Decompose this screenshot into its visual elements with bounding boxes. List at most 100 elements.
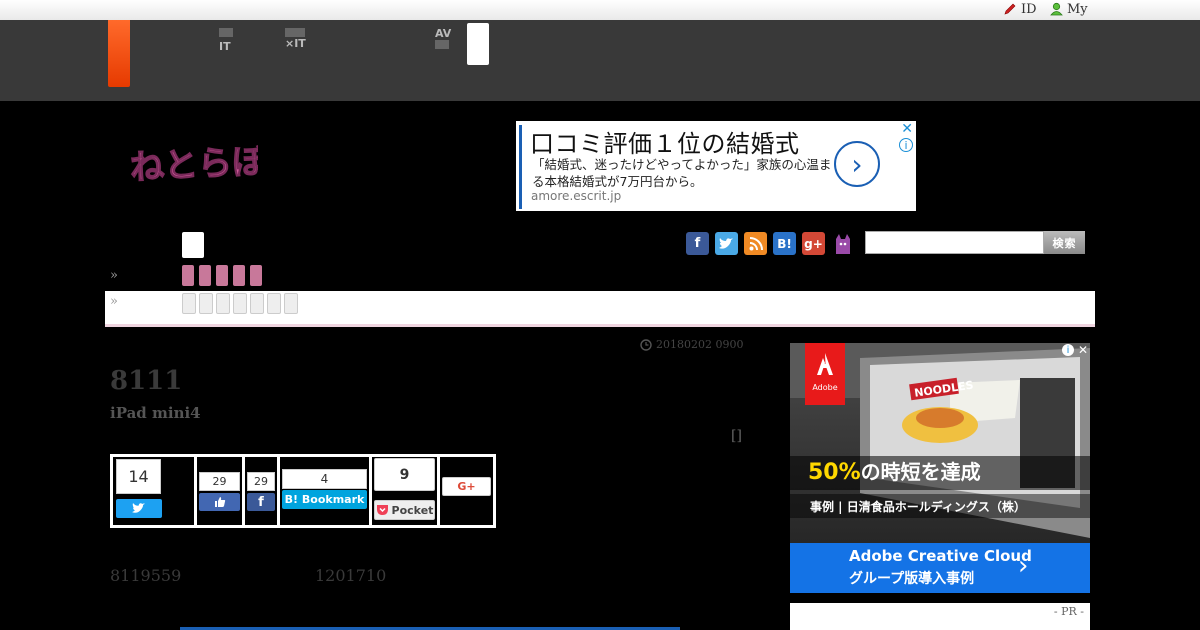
pink-tag[interactable] xyxy=(233,265,245,286)
ad-info-icon[interactable]: i xyxy=(899,138,913,152)
cat-symbol-icon xyxy=(835,233,850,254)
side-ad-cta-subtitle[interactable]: グループ版導入事例 xyxy=(849,568,974,588)
article-bracket: [] xyxy=(731,428,742,444)
like-share-cell: 29 xyxy=(197,457,242,525)
pink-tag[interactable] xyxy=(216,265,228,286)
ad-info-icon[interactable]: i xyxy=(1062,344,1074,356)
pocket-share-button[interactable]: Pocket xyxy=(374,500,435,520)
site-tab[interactable] xyxy=(108,20,130,87)
hatena-share-cell: 4 B! Bookmark xyxy=(280,457,369,525)
site-logo[interactable]: ねとらぼ xyxy=(128,138,268,194)
twitter-bird-icon xyxy=(719,237,733,249)
cat-icon[interactable] xyxy=(831,232,854,255)
article-date: 20180202 0900 xyxy=(640,338,743,351)
my-link[interactable]: My xyxy=(1050,1,1088,17)
twitter-share-button[interactable] xyxy=(116,499,162,518)
nav-item-av-bottom xyxy=(435,40,449,49)
pr-box: - PR - xyxy=(790,603,1090,630)
top-ad-url[interactable]: amore.escrit.jp xyxy=(531,189,621,203)
side-ad-headline: 50%の時短を達成 xyxy=(808,456,981,485)
clock-icon xyxy=(640,338,652,351)
pocket-share-label: Pocket xyxy=(391,503,434,517)
nav-item-it-top xyxy=(219,28,233,37)
article-date-text: 20180202 0900 xyxy=(656,338,744,351)
gray-tag[interactable] xyxy=(182,293,196,314)
pocket-icon xyxy=(376,505,388,515)
breadcrumb-marker: » xyxy=(110,294,118,309)
twitter-share-count: 14 xyxy=(116,459,161,494)
ad-close-icon[interactable]: ✕ xyxy=(901,121,913,137)
rss-symbol-icon xyxy=(749,236,763,250)
header-white-button[interactable] xyxy=(467,23,489,65)
search-button[interactable]: 検索 xyxy=(1044,231,1085,254)
pink-tag[interactable] xyxy=(199,265,211,286)
hatena-bookmark-button[interactable]: B! Bookmark xyxy=(282,490,367,509)
article-body-number: 1201710 xyxy=(315,566,387,585)
nav-item-x-it-top xyxy=(285,28,305,37)
side-ad-banner[interactable]: NOODLES Adobe 50%の時短を達成 事例 | 日清食品ホールディング… xyxy=(790,343,1090,593)
id-link-label: ID xyxy=(1021,1,1037,17)
svg-text:ねとらぼ: ねとらぼ xyxy=(129,141,258,188)
nav-item-it[interactable]: IT xyxy=(219,28,233,52)
like-share-button[interactable] xyxy=(199,493,240,511)
side-ad-arrow-icon[interactable]: › xyxy=(1018,551,1028,581)
facebook-share-cell: 29 f xyxy=(245,457,277,525)
twitter-share-icon xyxy=(132,503,145,513)
gray-tag[interactable] xyxy=(199,293,213,314)
header-bar xyxy=(0,20,1200,101)
share-box: 14 29 29 f 4 B! Bookmark 9 Pocket G+ xyxy=(110,454,496,528)
article-body-number: 8119559 xyxy=(110,566,182,585)
facebook-share-icon: f xyxy=(258,494,264,510)
top-ad-arrow-icon[interactable]: › xyxy=(834,141,880,187)
twitter-icon[interactable] xyxy=(715,232,738,255)
pink-tag[interactable] xyxy=(250,265,262,286)
facebook-icon[interactable]: f xyxy=(686,232,709,255)
side-ad-case: 事例 | 日清食品ホールディングス（株） xyxy=(810,500,1026,514)
breadcrumb-marker: » xyxy=(110,268,118,283)
thumbs-up-icon xyxy=(214,497,225,507)
pr-label: - PR - xyxy=(1053,605,1084,618)
gray-tag[interactable] xyxy=(250,293,264,314)
facebook-share-count: 29 xyxy=(247,472,275,491)
gray-tag[interactable] xyxy=(233,293,247,314)
site-logo-image: ねとらぼ xyxy=(128,141,268,189)
pencil-icon xyxy=(1004,3,1016,15)
rss-icon[interactable] xyxy=(744,232,767,255)
side-ad-cta-title[interactable]: Adobe Creative Cloud xyxy=(849,547,1032,565)
nav-item-av[interactable]: AV xyxy=(435,28,451,49)
facebook-share-button[interactable]: f xyxy=(247,493,275,511)
hatena-icon[interactable]: B! xyxy=(773,232,796,255)
search-input[interactable] xyxy=(865,231,1044,254)
article-title: 8111 xyxy=(110,366,183,396)
gray-tag[interactable] xyxy=(284,293,298,314)
pocket-share-cell: 9 Pocket xyxy=(372,457,437,525)
pink-tag[interactable] xyxy=(182,265,194,286)
ad-close-icon[interactable]: ✕ xyxy=(1078,343,1088,357)
id-link[interactable]: ID xyxy=(1003,1,1037,17)
pocket-share-count: 9 xyxy=(374,458,435,491)
top-ad-accent-bar xyxy=(519,125,522,209)
twitter-share-cell: 14 xyxy=(113,457,194,525)
top-ad-banner[interactable]: 口コミ評価１位の結婚式 「結婚式、迷ったけどやってよかった」家族の心温まる本格結… xyxy=(516,121,916,211)
side-ad-headline-rest: の時短を達成 xyxy=(860,460,981,484)
nav-item-av-label: AV xyxy=(435,27,452,40)
category-button[interactable] xyxy=(182,232,204,258)
top-ad-headline[interactable]: 口コミ評価１位の結婚式 xyxy=(530,124,800,159)
gray-tag[interactable] xyxy=(267,293,281,314)
article-subtitle: iPad mini4 xyxy=(110,404,201,422)
nav-item-x-it-label: ×IT xyxy=(285,37,306,50)
top-ad-description: 「結婚式、迷ったけどやってよかった」家族の心温まる本格結婚式が7万円台から。 xyxy=(532,157,832,189)
googleplus-icon[interactable]: g+ xyxy=(802,232,825,255)
my-link-label: My xyxy=(1067,1,1088,17)
adobe-logo: Adobe xyxy=(805,343,845,405)
adobe-a-icon xyxy=(817,353,833,375)
nav-item-x-it[interactable]: ×IT xyxy=(285,28,306,49)
gray-tag[interactable] xyxy=(216,293,230,314)
gplus-share-button[interactable]: G+ xyxy=(442,477,491,496)
like-share-count: 29 xyxy=(199,472,240,491)
adobe-brand-label: Adobe xyxy=(812,383,838,392)
hatena-share-count: 4 xyxy=(282,469,367,489)
user-icon xyxy=(1050,2,1063,16)
gplus-share-cell: G+ xyxy=(440,457,493,525)
side-ad-headline-pct: 50% xyxy=(808,460,861,485)
